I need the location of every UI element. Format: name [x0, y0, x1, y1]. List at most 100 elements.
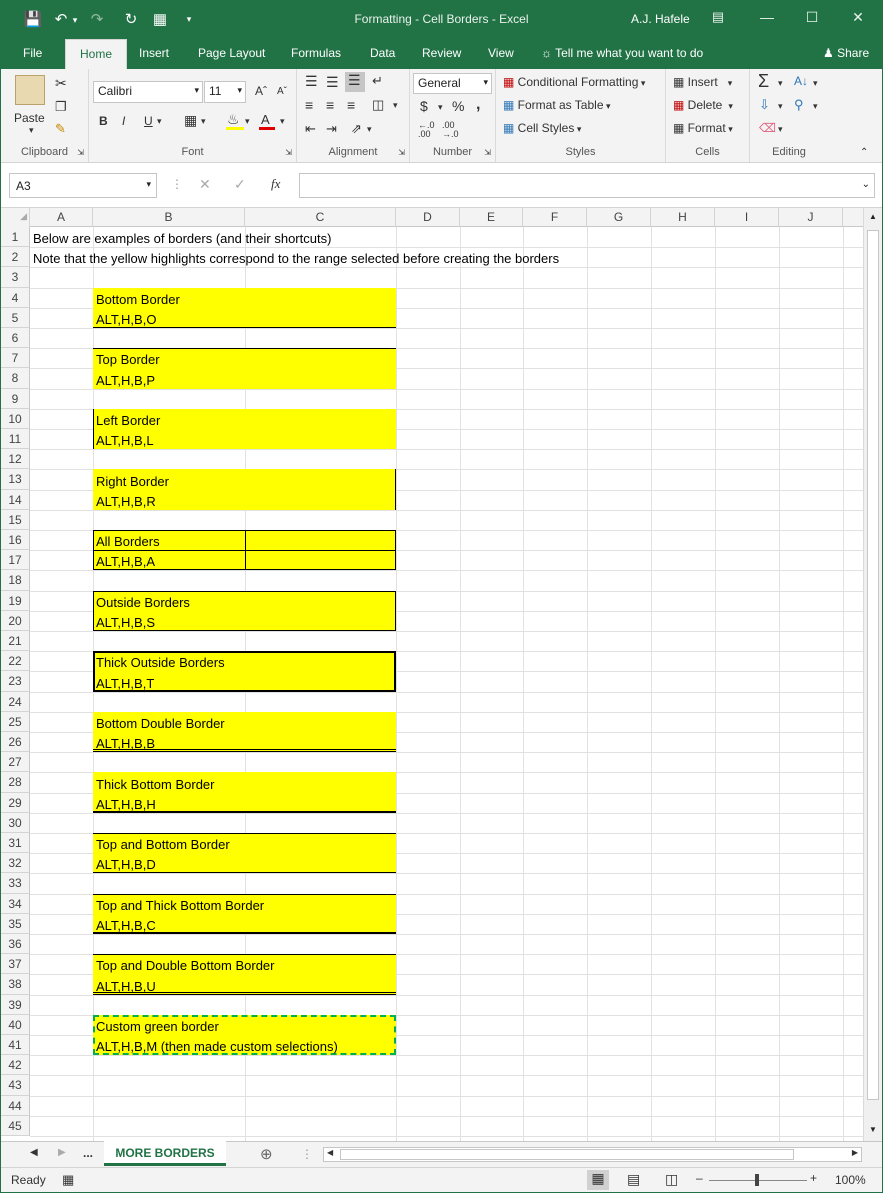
row-header[interactable]: 41 [1, 1035, 30, 1055]
row-header[interactable]: 9 [1, 389, 30, 409]
expand-formula-icon[interactable]: ⌄ [862, 179, 870, 190]
tab-file[interactable]: File [23, 46, 42, 60]
bold-button[interactable]: B [99, 114, 108, 128]
h-scroll-thumb[interactable] [340, 1149, 794, 1160]
border-example-cell[interactable]: ALT,H,B,R [93, 490, 156, 510]
find-select-icon[interactable]: ⚲ [794, 97, 804, 113]
scroll-thumb[interactable] [867, 230, 879, 1100]
merge-dropdown-icon[interactable]: ▾ [393, 100, 398, 111]
paste-button[interactable]: Paste [14, 111, 45, 125]
paste-dropdown-icon[interactable]: ▾ [29, 125, 34, 136]
row-header[interactable]: 44 [1, 1096, 30, 1116]
border-example-cell[interactable]: Thick Bottom Border [93, 772, 215, 793]
border-example-cell[interactable]: ALT,H,B,P [93, 368, 155, 389]
format-as-table-button[interactable]: ▦ Format as Table ▾ [503, 98, 611, 112]
border-example-cell[interactable]: All Borders [93, 530, 160, 550]
row-header[interactable]: 24 [1, 692, 30, 712]
tell-me-box[interactable]: ☼ Tell me what you want to do [541, 46, 703, 60]
insert-function-icon[interactable]: fx [271, 176, 280, 192]
worksheet[interactable]: ◢ A B C D E F G H I J 1 2 3 4 5 6 7 8 9 10 11 12 13 1… [1, 208, 882, 1141]
italic-button[interactable]: I [122, 114, 125, 128]
page-layout-view-icon[interactable]: ▤ [627, 1171, 640, 1188]
column-header-c[interactable]: C [245, 208, 396, 227]
borders-dropdown-icon[interactable]: ▾ [201, 116, 206, 127]
dialog-launcher-icon[interactable]: ⇲ [398, 148, 405, 157]
row-header[interactable]: 2 [1, 247, 30, 267]
format-cells-button[interactable]: ▦ Format ▾ [673, 121, 733, 135]
enter-icon[interactable]: ✓ [234, 176, 246, 193]
align-right-icon[interactable]: ≡ [347, 97, 355, 113]
percent-button[interactable]: % [452, 98, 464, 114]
next-sheet-icon[interactable]: ▶ [58, 1147, 66, 1158]
row-header[interactable]: 12 [1, 449, 30, 469]
row-header[interactable]: 29 [1, 793, 30, 813]
row-header[interactable]: 35 [1, 914, 30, 934]
row-header[interactable]: 32 [1, 853, 30, 873]
wrap-text-icon[interactable]: ↵ [372, 73, 383, 89]
align-left-icon[interactable]: ≡ [305, 97, 313, 113]
tab-insert[interactable]: Insert [139, 46, 169, 60]
cancel-icon[interactable]: ✕ [199, 176, 211, 193]
cell-styles-button[interactable]: ▦ Cell Styles ▾ [503, 121, 581, 135]
border-example-cell[interactable]: ALT,H,B,L [93, 429, 154, 449]
row-header[interactable]: 37 [1, 954, 30, 974]
border-example-cell[interactable]: Bottom Double Border [93, 712, 225, 732]
increase-decimal-icon[interactable]: ←.0.00 [418, 121, 435, 139]
fill-dropdown-icon[interactable]: ▾ [778, 101, 783, 112]
horizontal-scrollbar[interactable]: ◀ ▶ [323, 1147, 862, 1162]
border-example-cell[interactable]: ALT,H,B,T [93, 671, 154, 692]
scroll-down-icon[interactable]: ▼ [869, 1125, 877, 1134]
delete-cells-button[interactable]: ▦ Delete ▾ [673, 98, 733, 112]
dialog-launcher-icon[interactable]: ⇲ [484, 148, 491, 157]
underline-dropdown-icon[interactable]: ▾ [157, 116, 162, 127]
vertical-scrollbar[interactable]: ▲ ▼ [863, 208, 882, 1141]
dialog-launcher-icon[interactable]: ⇲ [77, 148, 84, 157]
tab-home[interactable]: Home [65, 39, 128, 69]
row-header[interactable]: 7 [1, 348, 30, 368]
align-center-icon[interactable]: ≡ [326, 97, 334, 113]
note-cell[interactable]: Below are examples of borders (and their… [30, 227, 331, 247]
select-all-corner[interactable]: ◢ [1, 208, 30, 227]
prev-sheet-icon[interactable]: ◀ [30, 1147, 38, 1158]
row-header[interactable]: 14 [1, 490, 30, 510]
scroll-left-icon[interactable]: ◀ [327, 1148, 333, 1157]
sort-filter-icon[interactable]: A↓ [794, 74, 808, 88]
user-name[interactable]: A.J. Hafele [631, 12, 690, 26]
row-header[interactable]: 38 [1, 974, 30, 995]
border-example-cell[interactable]: Left Border [93, 409, 160, 429]
name-box[interactable]: A3 ▾ [9, 173, 157, 198]
scroll-up-icon[interactable]: ▲ [869, 212, 877, 221]
decrease-font-icon[interactable]: Aˇ [277, 86, 287, 97]
row-header[interactable]: 18 [1, 570, 30, 591]
row-header[interactable]: 26 [1, 732, 30, 752]
autosum-dropdown-icon[interactable]: ▾ [778, 78, 783, 89]
row-header[interactable]: 19 [1, 591, 30, 611]
row-header[interactable]: 31 [1, 833, 30, 853]
font-color-icon[interactable]: A [261, 112, 270, 127]
border-example-cell[interactable]: ALT,H,B,S [93, 611, 155, 631]
paste-icon[interactable] [15, 75, 45, 105]
maximize-icon[interactable]: ☐ [802, 9, 822, 26]
close-icon[interactable]: ✕ [848, 9, 868, 26]
decrease-indent-icon[interactable]: ⇤ [305, 121, 316, 137]
row-header[interactable]: 45 [1, 1116, 30, 1136]
border-example-cell[interactable]: ALT,H,B,M (then made custom selections) [93, 1035, 338, 1055]
increase-indent-icon[interactable]: ⇥ [326, 121, 337, 137]
row-header[interactable]: 6 [1, 328, 30, 348]
font-size-box[interactable]: 11 ▾ [204, 81, 246, 103]
font-color-dropdown-icon[interactable]: ▾ [280, 116, 285, 127]
tab-page-layout[interactable]: Page Layout [198, 46, 265, 60]
collapse-ribbon-icon[interactable]: ⌃ [860, 147, 868, 158]
column-header-j[interactable]: J [779, 208, 843, 227]
conditional-formatting-button[interactable]: ▦ Conditional Formatting ▾ [503, 75, 645, 89]
tab-formulas[interactable]: Formulas [291, 46, 341, 60]
share-button[interactable]: ♟ Share [823, 46, 869, 60]
row-header[interactable]: 13 [1, 469, 30, 490]
borders-icon[interactable]: ▦ [184, 112, 197, 129]
decrease-decimal-icon[interactable]: .00 →.0 [442, 121, 459, 139]
increase-font-icon[interactable]: Aˆ [255, 84, 267, 98]
row-header[interactable]: 23 [1, 671, 30, 692]
row-header[interactable]: 4 [1, 288, 30, 308]
border-example-cell[interactable]: Top and Double Bottom Border [93, 954, 275, 974]
underline-button[interactable]: U [144, 114, 153, 128]
